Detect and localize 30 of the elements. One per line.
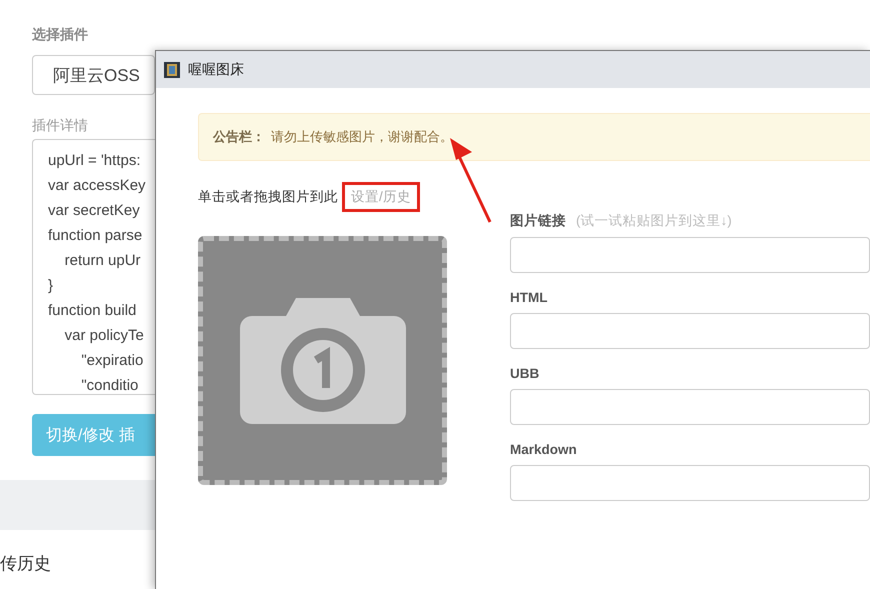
code-line: } xyxy=(48,276,54,296)
code-line: var secretKey xyxy=(48,201,141,221)
field-label: 插件详情 xyxy=(32,117,88,135)
code-line: var policyTe xyxy=(64,326,145,346)
output-field[interactable] xyxy=(510,313,870,349)
code-line: upUrl = 'https: xyxy=(48,151,142,171)
field-label: UBB xyxy=(510,366,540,380)
camera-icon xyxy=(240,298,406,424)
upload-hint: 单击或者拖拽图片到此 xyxy=(198,188,338,206)
output-field[interactable] xyxy=(510,389,870,425)
plugin-select[interactable]: 阿里云OSS xyxy=(32,55,155,95)
code-line: "conditio xyxy=(80,376,140,394)
window-title: 喔喔图床 xyxy=(188,60,244,78)
field-label: 图片链接 xyxy=(510,212,566,230)
output-field[interactable] xyxy=(510,237,870,273)
code-line: function build xyxy=(48,301,138,321)
notice-text: 请勿上传敏感图片，谢谢配合。 xyxy=(271,128,453,146)
output-field[interactable] xyxy=(510,465,870,501)
field-hint: (试一试粘贴图片到这里↓) xyxy=(576,212,732,230)
field-label: 选择插件 xyxy=(32,26,88,44)
upload-drop-zone[interactable] xyxy=(198,236,447,485)
section-heading: 传历史 xyxy=(0,553,52,575)
notice-label: 公告栏： xyxy=(213,128,265,146)
field-label: HTML xyxy=(510,290,548,304)
code-line: function parse xyxy=(48,226,144,246)
code-line: return upUr xyxy=(64,251,142,271)
code-line: "expiratio xyxy=(80,351,144,371)
app-logo-icon xyxy=(164,62,180,78)
code-line: var accessKey xyxy=(48,176,147,196)
field-label: Markdown xyxy=(510,442,577,456)
